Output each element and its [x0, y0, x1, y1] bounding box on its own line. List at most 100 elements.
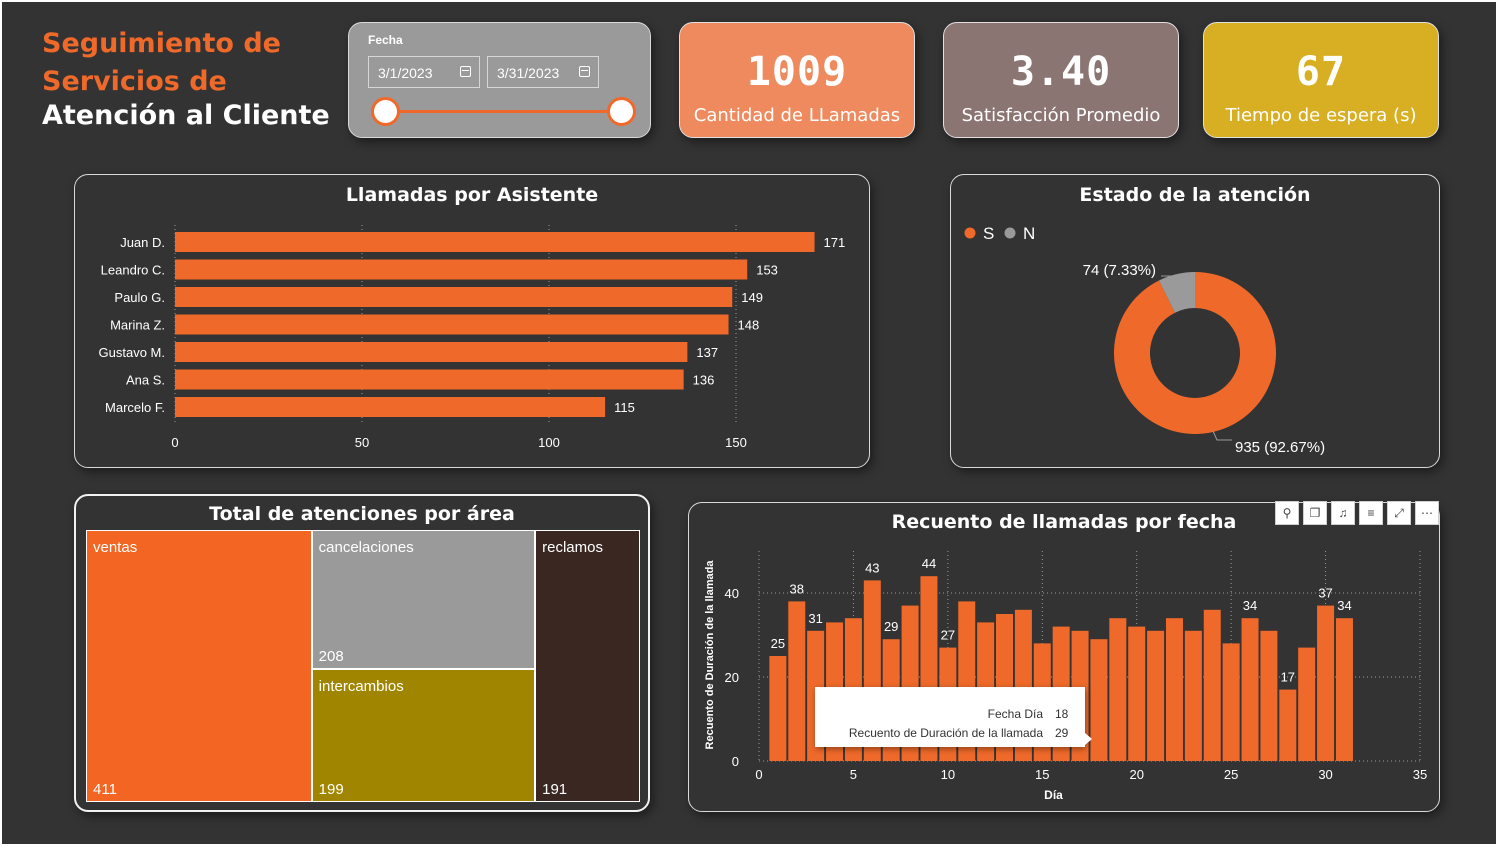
bar — [175, 342, 688, 362]
kpi-wait-time-label: Tiempo de espera (s) — [1225, 105, 1417, 126]
tooltip-pointer — [1085, 733, 1092, 745]
tooltip-row2-label: Recuento de Duración de la llamada — [848, 726, 1043, 740]
calls-by-date-panel: Recuento de llamadas por fecha 0 5 10 15 20 2… — [688, 501, 1443, 812]
legend-label: S — [983, 224, 994, 243]
kpi-satisfaction-value: 3.40 — [1010, 49, 1112, 95]
data-label: 148 — [738, 318, 760, 333]
treemap-cell-name: reclamos — [542, 539, 603, 556]
bar — [1279, 689, 1297, 761]
x-tick-label: 35 — [1413, 767, 1427, 782]
report-title-line1: Seguimiento de — [42, 28, 281, 59]
data-label: 34 — [1337, 598, 1351, 613]
x-tick-label: 0 — [755, 767, 762, 782]
calls-by-agent-chart: 0 50 100 150 Juan D. 171 Leandro C. 153 Paulo G.… — [99, 225, 846, 450]
start-date-input[interactable]: 3/1/2023 — [368, 56, 480, 88]
x-tick-label: 0 — [171, 435, 178, 450]
tooltip-row1-value: 18 — [1055, 707, 1069, 721]
treemap-cell-name: ventas — [93, 539, 138, 556]
bar — [1298, 647, 1316, 761]
focus-mode-icon[interactable]: ⤢ — [1387, 501, 1411, 525]
kpi-card-satisfaction: 3.40 Satisfacción Promedio — [943, 22, 1179, 138]
data-label: 31 — [808, 611, 822, 626]
x-tick-label: 150 — [725, 435, 747, 450]
legend-marker — [1004, 227, 1016, 239]
bar — [769, 656, 787, 761]
range-start-handle[interactable] — [371, 97, 400, 126]
data-label: 34 — [1243, 598, 1257, 613]
treemap-cell[interactable]: intercambios 199 — [311, 669, 536, 802]
x-tick-label: 10 — [941, 767, 955, 782]
y-category-label: Leandro C. — [101, 263, 165, 278]
legend-label: N — [1023, 224, 1035, 243]
leader-line — [1212, 430, 1232, 441]
bar — [1222, 643, 1240, 761]
tooltip-row1-label: Fecha Día — [987, 707, 1043, 721]
slice-data-label: 935 (92.67%) — [1235, 439, 1325, 456]
range-end-handle[interactable] — [607, 97, 636, 126]
start-date-value: 3/1/2023 — [378, 65, 433, 81]
treemap-cell[interactable]: reclamos 191 — [535, 530, 640, 802]
date-range-track — [385, 110, 623, 113]
date-slicer-label: Fecha — [368, 33, 403, 47]
bar — [1241, 618, 1259, 761]
kpi-satisfaction-label: Satisfacción Promedio — [961, 105, 1161, 126]
treemap-cell-value: 191 — [542, 781, 568, 798]
data-label: 171 — [824, 235, 846, 250]
report-title-line2: Servicios de — [42, 66, 227, 97]
kpi-calls-label: Cantidad de LLamadas — [693, 105, 901, 126]
treemap-cell[interactable]: ventas 411 — [86, 530, 312, 802]
area-treemap-title: Total de atenciones por área — [209, 503, 515, 525]
tooltip: Fecha Día 18 Recuento de Duración de la … — [815, 687, 1092, 747]
treemap-cell-value: 208 — [318, 648, 344, 665]
y-axis-title: Recuento de Duración de la llamada — [704, 560, 716, 750]
calendar-icon[interactable] — [460, 66, 471, 77]
calls-by-date-chart: 0 5 10 15 20 25 30 35 0 20 40 25 38 31 43 29 44 27 34 17 37 3… — [704, 551, 1427, 802]
calls-by-agent-panel: Llamadas por Asistente 0 50 100 150 Juan D. 1… — [74, 174, 870, 468]
bar — [175, 232, 815, 252]
filter-icon[interactable]: ≡ — [1359, 501, 1383, 525]
data-label: 115 — [614, 400, 635, 415]
kpi-card-calls: 1009 Cantidad de LLamadas — [679, 22, 915, 138]
bar — [1203, 609, 1221, 761]
pin-icon[interactable]: ⚲ — [1275, 501, 1299, 525]
data-label: 149 — [741, 290, 763, 305]
y-category-label: Juan D. — [120, 235, 165, 250]
date-slicer: Fecha 3/1/2023 3/31/2023 — [348, 22, 651, 138]
slice-data-label: 74 (7.33%) — [1083, 262, 1156, 279]
x-tick-label: 15 — [1035, 767, 1049, 782]
calendar-icon[interactable] — [579, 66, 590, 77]
attention-status-chart: S N 74 (7.33%) 935 (92.67%) — [964, 224, 1325, 456]
end-date-input[interactable]: 3/31/2023 — [487, 56, 599, 88]
treemap-cell-value: 411 — [93, 781, 117, 798]
bar — [175, 397, 606, 417]
data-label: 29 — [884, 619, 898, 634]
data-label: 137 — [696, 345, 718, 360]
area-treemap: ventas 411 cancelaciones 208 intercambios 199… — [86, 530, 640, 802]
y-category-label: Paulo G. — [114, 290, 165, 305]
x-tick-label: 20 — [1129, 767, 1143, 782]
data-label: 25 — [771, 636, 785, 651]
data-label: 17 — [1281, 670, 1295, 685]
y-category-label: Marcelo F. — [105, 400, 165, 415]
copy-icon[interactable]: ❐ — [1303, 501, 1327, 525]
bar — [175, 287, 733, 307]
kpi-calls-value: 1009 — [746, 49, 848, 95]
bar — [1109, 618, 1127, 761]
data-label: 37 — [1318, 586, 1332, 601]
bell-icon[interactable]: ♫ — [1331, 501, 1355, 525]
x-axis-title: Día — [1044, 788, 1063, 802]
treemap-cell[interactable]: cancelaciones 208 — [311, 530, 536, 669]
y-tick-label: 20 — [725, 670, 739, 685]
y-category-label: Gustavo M. — [99, 345, 165, 360]
data-label: 153 — [756, 263, 778, 278]
visual-toolbar: ⚲ ❐ ♫ ≡ ⤢ ⋯ — [1275, 501, 1443, 525]
x-tick-label: 25 — [1224, 767, 1238, 782]
y-tick-label: 0 — [732, 754, 739, 769]
report-canvas: Seguimiento de Servicios de Atención al … — [2, 2, 1496, 844]
legend-marker — [964, 227, 976, 239]
more-options-icon[interactable]: ⋯ — [1415, 501, 1439, 525]
y-category-label: Ana S. — [126, 373, 165, 388]
bar — [1165, 618, 1183, 761]
bar — [1317, 605, 1335, 761]
data-label: 44 — [922, 556, 936, 571]
